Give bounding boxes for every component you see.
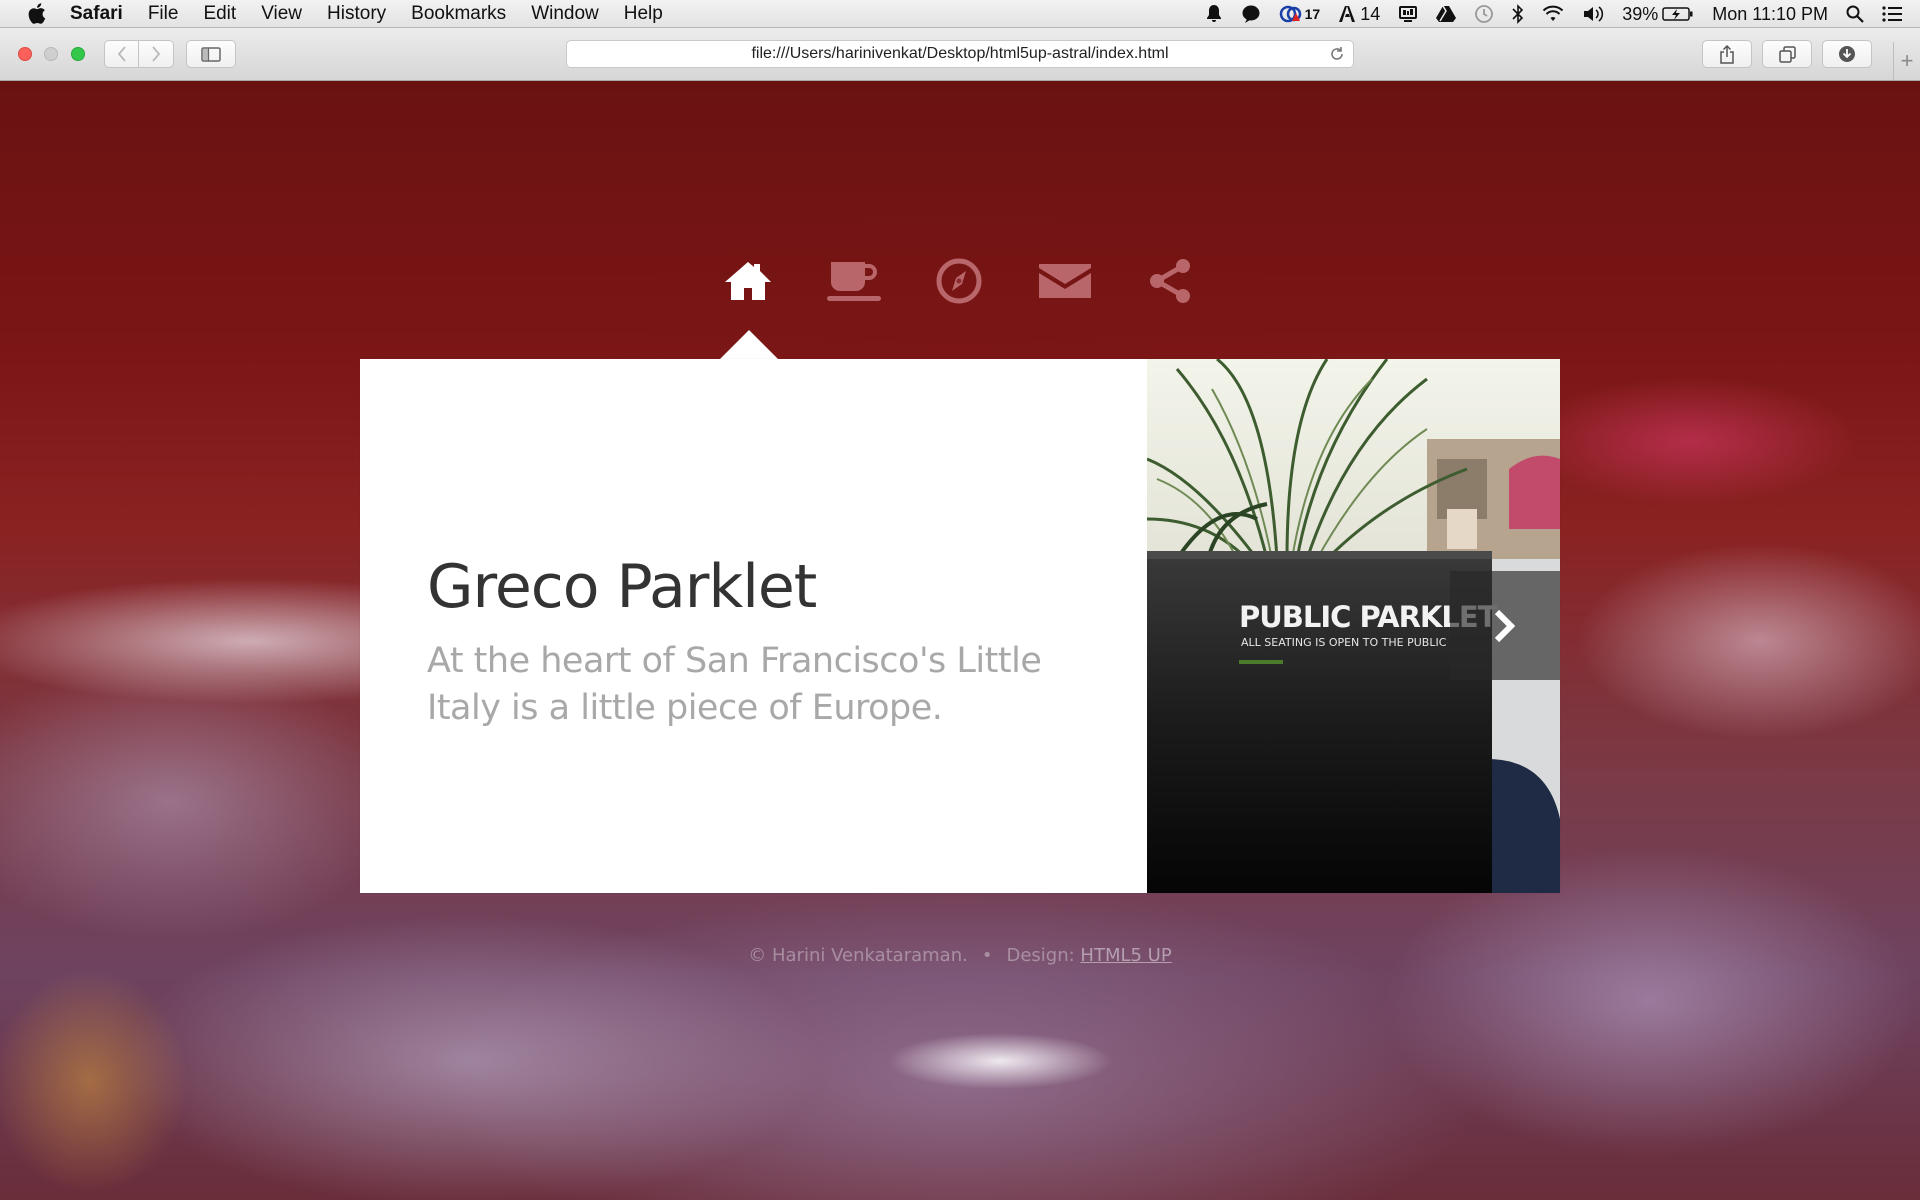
browser-toolbar: file:///Users/harinivenkat/Desktop/html5… [0, 28, 1920, 81]
menu-bookmarks[interactable]: Bookmarks [411, 3, 506, 25]
chevron-right-icon [152, 46, 161, 62]
nav-work[interactable] [824, 251, 884, 311]
apple-menu-icon[interactable] [28, 3, 50, 24]
envelope-icon [1039, 264, 1091, 298]
web-page: Greco Parklet At the heart of San Franci… [0, 81, 1920, 1200]
back-button[interactable] [104, 40, 139, 68]
adobe-count: 14 [1360, 3, 1381, 24]
volume-icon[interactable] [1582, 5, 1604, 23]
adobe-icon[interactable]: 14 [1338, 4, 1380, 25]
footer: © Harini Venkataraman. • Design: HTML5 UP [0, 945, 1920, 966]
show-tabs-button[interactable] [1762, 40, 1812, 68]
clock[interactable]: Mon 11:10 PM [1712, 4, 1828, 25]
sidebar-toggle-button[interactable] [186, 40, 236, 68]
spotlight-search-icon[interactable] [1846, 5, 1864, 23]
battery-status[interactable]: 39% [1622, 4, 1694, 25]
menu-history[interactable]: History [327, 3, 386, 25]
nav-home[interactable] [718, 251, 778, 311]
footer-separator: • [981, 945, 993, 966]
forward-button[interactable] [139, 40, 174, 68]
icon-navigation [0, 251, 1920, 311]
battery-percent: 39% [1622, 3, 1659, 24]
intro-text: Greco Parklet At the heart of San Franci… [427, 554, 1067, 733]
home-icon [725, 262, 771, 300]
sidebar-icon [201, 46, 221, 62]
monitor-icon[interactable] [1398, 4, 1418, 24]
menu-file[interactable]: File [148, 3, 179, 25]
chat-bubble-icon[interactable] [1241, 4, 1261, 24]
page-title: Greco Parklet [427, 552, 817, 622]
coffee-icon [827, 262, 881, 301]
bluetooth-icon[interactable] [1512, 4, 1524, 24]
nav-explore[interactable] [929, 251, 989, 311]
plus-icon: + [1900, 48, 1914, 73]
sign-subtitle: ALL SEATING IS OPEN TO THE PUBLIC [1241, 636, 1447, 649]
tabs-icon [1778, 45, 1796, 63]
url-text: file:///Users/harinivenkat/Desktop/html5… [751, 45, 1169, 62]
new-tab-button[interactable]: + [1893, 42, 1920, 80]
menu-edit[interactable]: Edit [203, 3, 236, 25]
share-button[interactable] [1702, 40, 1752, 68]
nav-social[interactable] [1140, 251, 1200, 311]
wifi-icon[interactable] [1542, 5, 1564, 23]
cloud-sync-icon[interactable]: 17 [1279, 5, 1321, 23]
share-icon [1720, 44, 1734, 64]
active-nav-indicator [719, 330, 779, 360]
intro-panel: Greco Parklet At the heart of San Franci… [360, 359, 1560, 893]
design-credit-link[interactable]: HTML5 UP [1080, 945, 1171, 966]
parklet-photo: PUBLIC PARKLET ALL SEATING IS OPEN TO TH… [1147, 359, 1560, 893]
status-area: 17 14 39% Mon 11:10 PM [1187, 0, 1902, 28]
downloads-button[interactable] [1822, 40, 1872, 68]
share-nodes-icon [1150, 259, 1190, 303]
design-label: Design: [1006, 945, 1075, 966]
chevron-left-icon [117, 46, 126, 62]
close-window-button[interactable] [18, 47, 32, 61]
drive-icon[interactable] [1436, 5, 1457, 23]
reload-icon[interactable] [1329, 46, 1345, 67]
menu-app-name[interactable]: Safari [70, 3, 123, 25]
address-bar[interactable]: file:///Users/harinivenkat/Desktop/html5… [566, 40, 1354, 68]
fullscreen-window-button[interactable] [71, 47, 85, 61]
notification-bell-icon[interactable] [1205, 4, 1223, 24]
time-machine-icon[interactable] [1474, 4, 1494, 24]
menu-view[interactable]: View [261, 3, 302, 25]
notification-center-icon[interactable] [1882, 6, 1902, 22]
page-subtitle: At the heart of San Francisco's Little I… [427, 641, 1042, 729]
navigation-buttons [104, 40, 174, 68]
battery-icon [1662, 7, 1693, 21]
download-icon [1839, 46, 1855, 62]
next-slide-button[interactable] [1450, 571, 1560, 680]
compass-icon [936, 258, 982, 304]
menu-window[interactable]: Window [531, 3, 599, 25]
chevron-right-icon [1494, 609, 1516, 642]
minimize-window-button[interactable] [44, 47, 58, 61]
nav-contact[interactable] [1035, 251, 1095, 311]
menu-help[interactable]: Help [624, 3, 663, 25]
copyright-text: © Harini Venkataraman. [748, 945, 968, 966]
badge-count: 17 [1304, 6, 1321, 22]
menubar: Safari File Edit View History Bookmarks … [0, 0, 1920, 28]
